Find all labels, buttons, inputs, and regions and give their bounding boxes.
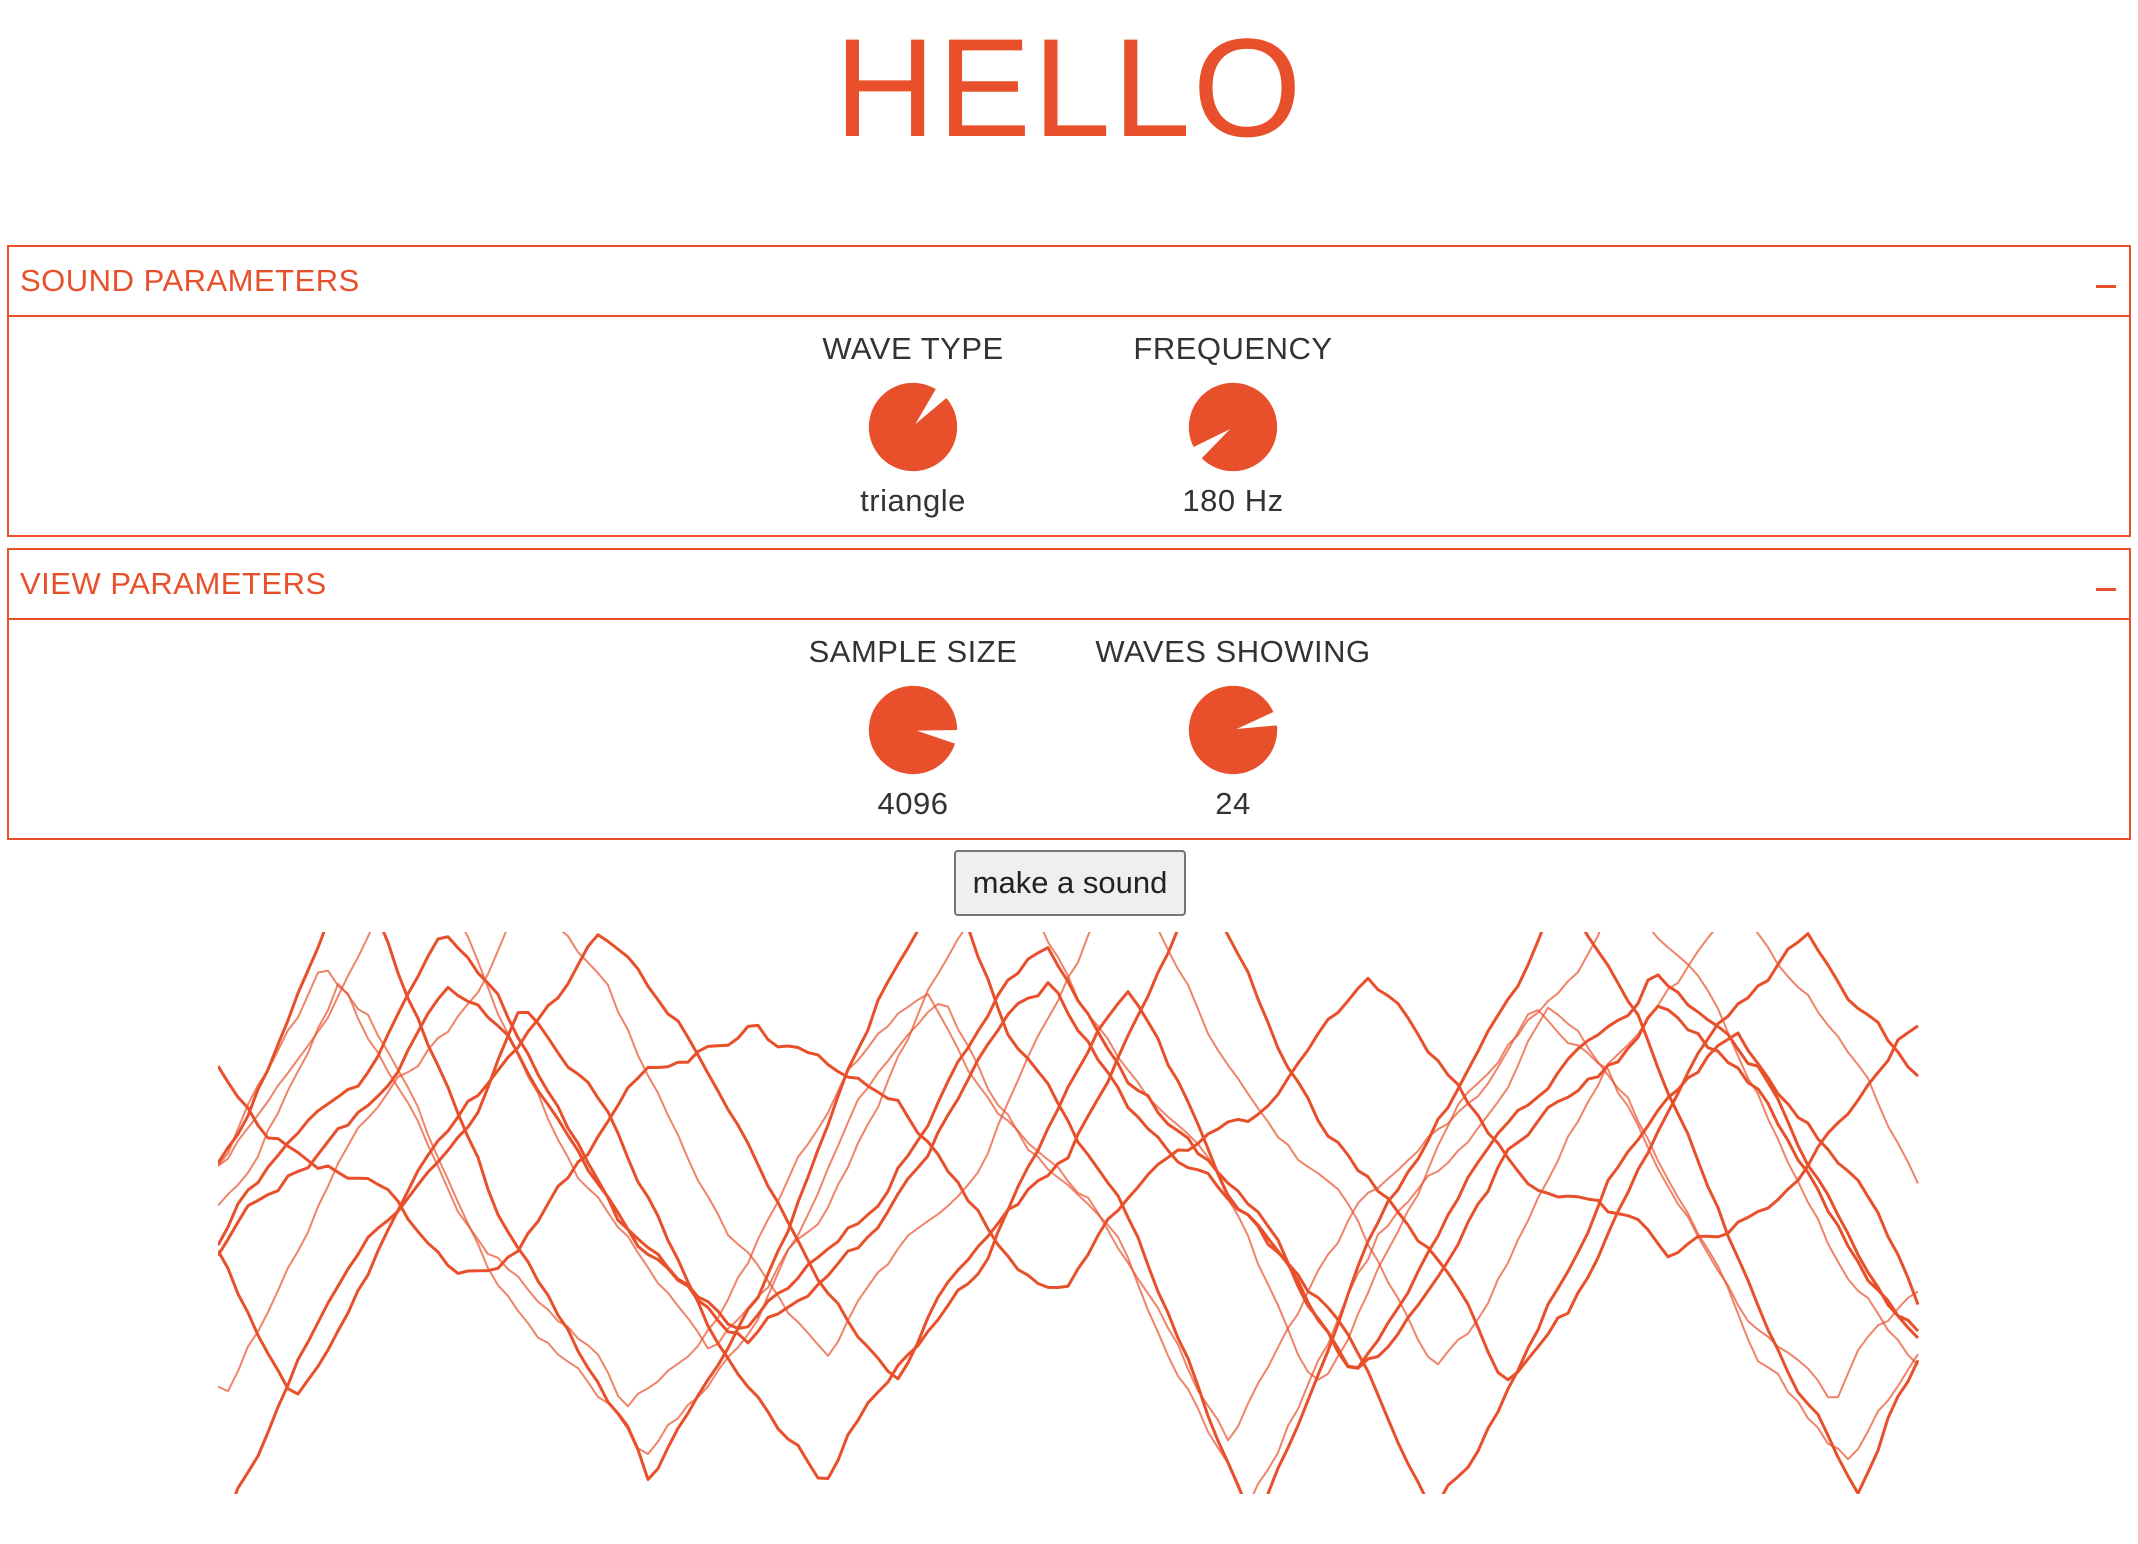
wave-type-value: triangle bbox=[860, 483, 966, 518]
frequency-knob[interactable] bbox=[1187, 381, 1279, 473]
knob-body bbox=[1188, 685, 1278, 775]
view-parameters-title: VIEW PARAMETERS bbox=[20, 566, 327, 601]
waves-showing-value: 24 bbox=[1215, 786, 1251, 821]
frequency-value: 180 Hz bbox=[1182, 483, 1284, 518]
waves-showing-label: WAVES SHOWING bbox=[1095, 634, 1371, 669]
sound-parameters-header[interactable]: SOUND PARAMETERS bbox=[9, 247, 2129, 317]
frequency-control: FREQUENCY 180 Hz bbox=[1073, 317, 1393, 519]
minus-icon bbox=[2096, 285, 2116, 288]
make-a-sound-button[interactable]: make a sound bbox=[954, 850, 1186, 916]
wave-type-control: WAVE TYPE triangle bbox=[753, 317, 1073, 519]
waveform-trace bbox=[234, 990, 1920, 1494]
waveform-trace bbox=[218, 935, 1920, 1370]
waveform-trace bbox=[218, 976, 1919, 1289]
collapse-sound-parameters-button[interactable] bbox=[2089, 257, 2123, 303]
page-title: HELLO bbox=[834, 9, 1304, 166]
waveform-trace bbox=[218, 969, 1919, 1442]
waveform-trace bbox=[218, 982, 1919, 1494]
waveform-trace bbox=[218, 981, 1920, 1370]
wave-type-knob[interactable] bbox=[867, 381, 959, 473]
oscilloscope-waveform bbox=[218, 932, 1920, 1494]
knob-body bbox=[1188, 382, 1278, 472]
sound-parameters-panel: SOUND PARAMETERS WAVE TYPE triangle FREQ… bbox=[7, 245, 2131, 537]
minus-icon bbox=[2096, 588, 2116, 591]
knob-body bbox=[868, 382, 958, 472]
sound-parameters-title: SOUND PARAMETERS bbox=[20, 263, 360, 298]
view-parameters-panel: VIEW PARAMETERS SAMPLE SIZE 4096 WAVES S… bbox=[7, 548, 2131, 840]
waves-showing-knob[interactable] bbox=[1187, 684, 1279, 776]
knob-body bbox=[868, 685, 958, 775]
sample-size-knob[interactable] bbox=[867, 684, 959, 776]
frequency-label: FREQUENCY bbox=[1133, 331, 1333, 366]
sample-size-value: 4096 bbox=[877, 786, 949, 821]
sample-size-control: SAMPLE SIZE 4096 bbox=[753, 620, 1073, 822]
waves-showing-control: WAVES SHOWING 24 bbox=[1073, 620, 1393, 822]
wave-type-label: WAVE TYPE bbox=[822, 331, 1004, 366]
waveform-trace bbox=[218, 932, 1919, 1393]
sample-size-label: SAMPLE SIZE bbox=[808, 634, 1018, 669]
collapse-view-parameters-button[interactable] bbox=[2089, 560, 2123, 606]
waveform-trace bbox=[218, 932, 1920, 1396]
view-parameters-header[interactable]: VIEW PARAMETERS bbox=[9, 550, 2129, 620]
